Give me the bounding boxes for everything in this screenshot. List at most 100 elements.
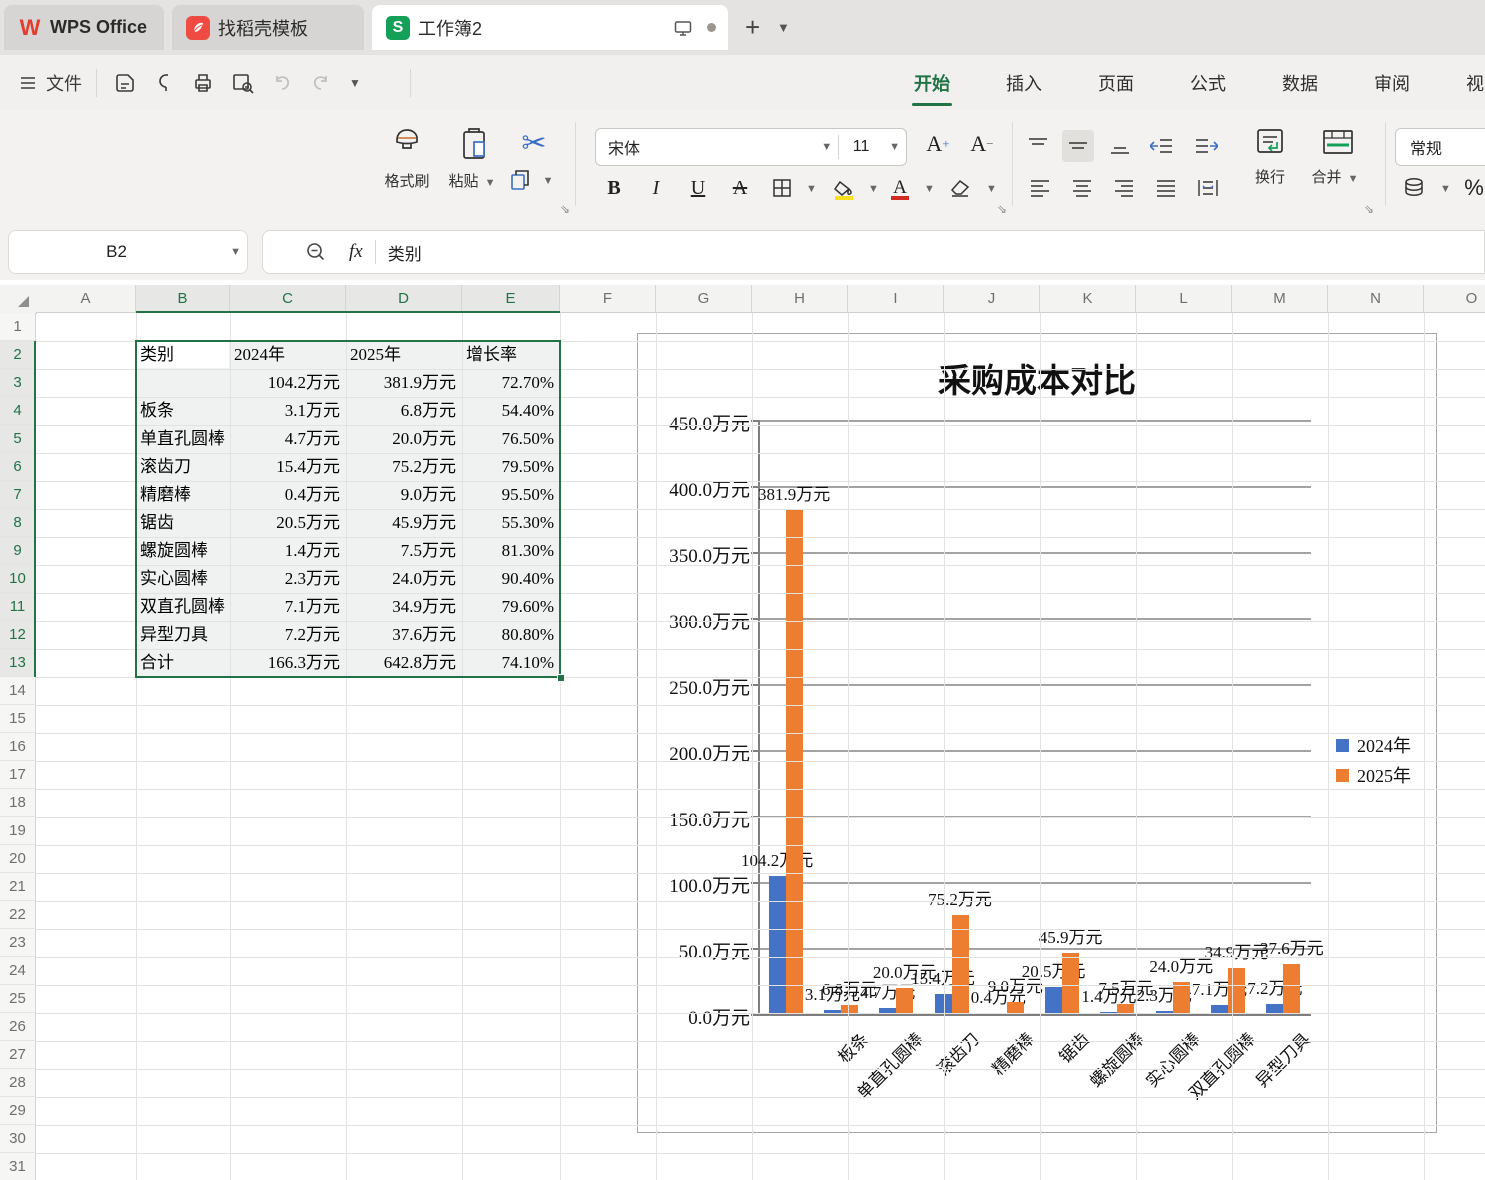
number-format-combo[interactable]: 常规 [1395, 128, 1485, 166]
tab-workbook2[interactable]: S 工作簿2 [372, 5, 728, 50]
table-cell[interactable]: 45.9万元 [346, 509, 462, 537]
column-header-L[interactable]: L [1136, 285, 1232, 313]
fill-color-chevron-icon[interactable]: ▼ [868, 183, 879, 195]
paste-button[interactable]: 粘贴▼ [447, 126, 503, 191]
ribbon-tab-视图[interactable]: 视图 [1464, 70, 1485, 96]
currency-chevron-icon[interactable]: ▼ [1440, 183, 1451, 195]
clipboard-dialog-launcher[interactable]: ⇘ [560, 202, 570, 216]
row-header-13[interactable]: 13 [0, 649, 36, 677]
table-cell[interactable]: 2024年 [230, 341, 346, 369]
table-cell[interactable]: 合计 [136, 649, 230, 677]
row-header-10[interactable]: 10 [0, 565, 36, 593]
table-cell[interactable]: 90.40% [462, 565, 560, 593]
monitor-icon[interactable] [673, 18, 693, 38]
row-header-26[interactable]: 26 [0, 1013, 36, 1041]
row-header-23[interactable]: 23 [0, 929, 36, 957]
column-header-C[interactable]: C [230, 285, 346, 313]
table-cell[interactable]: 3.1万元 [230, 397, 346, 425]
ribbon-tab-数据[interactable]: 数据 [1280, 70, 1320, 96]
formula-search-icon[interactable] [305, 241, 327, 263]
column-header-N[interactable]: N [1328, 285, 1424, 313]
table-cell[interactable]: 0.4万元 [230, 481, 346, 509]
formula-input[interactable]: fx 类别 [262, 230, 1485, 274]
copy-button[interactable]: ▼ [508, 168, 560, 192]
print-preview-button[interactable] [230, 68, 256, 98]
row-header-4[interactable]: 4 [0, 397, 36, 425]
bold-button[interactable]: B [598, 172, 630, 204]
bar-2025年-异型刀具[interactable] [1283, 964, 1300, 1014]
ribbon-tab-开始[interactable]: 开始 [912, 70, 952, 96]
align-bottom-button[interactable] [1104, 130, 1136, 162]
font-dialog-launcher[interactable]: ⇘ [997, 202, 1007, 216]
row-header-25[interactable]: 25 [0, 985, 36, 1013]
font-size-chevron-icon[interactable]: ▼ [889, 141, 900, 153]
tab-list-chevron-icon[interactable]: ▼ [777, 20, 790, 35]
column-header-G[interactable]: G [656, 285, 752, 313]
fill-handle[interactable] [557, 674, 565, 682]
font-color-button[interactable]: A [884, 172, 916, 204]
row-header-11[interactable]: 11 [0, 593, 36, 621]
row-header-31[interactable]: 31 [0, 1153, 36, 1180]
percent-button[interactable]: % [1458, 172, 1485, 204]
new-tab-button[interactable]: + [745, 14, 760, 40]
column-header-B[interactable]: B [136, 285, 230, 313]
table-cell[interactable]: 螺旋圆棒 [136, 537, 230, 565]
row-header-30[interactable]: 30 [0, 1125, 36, 1153]
table-cell[interactable]: 54.40% [462, 397, 560, 425]
font-name-chevron-icon[interactable]: ▼ [821, 141, 832, 153]
table-cell[interactable]: 55.30% [462, 509, 560, 537]
font-color-chevron-icon[interactable]: ▼ [924, 183, 935, 195]
name-box-chevron-icon[interactable]: ▼ [230, 246, 241, 258]
increase-font-button[interactable]: A+ [922, 128, 954, 160]
table-cell[interactable]: 双直孔圆棒 [136, 593, 230, 621]
table-cell[interactable]: 滚齿刀 [136, 453, 230, 481]
row-header-28[interactable]: 28 [0, 1069, 36, 1097]
qat-more-chevron-icon[interactable]: ▼ [349, 68, 361, 98]
table-cell[interactable]: 7.1万元 [230, 593, 346, 621]
column-header-F[interactable]: F [560, 285, 656, 313]
tab-docer-templates[interactable]: 找稻壳模板 [172, 5, 364, 50]
table-cell[interactable]: 642.8万元 [346, 649, 462, 677]
table-cell[interactable]: 72.70% [462, 369, 560, 397]
tab-wps-office[interactable]: W WPS Office [4, 5, 164, 50]
row-header-15[interactable]: 15 [0, 705, 36, 733]
underline-button[interactable]: U [682, 172, 714, 204]
row-header-2[interactable]: 2 [0, 341, 36, 369]
chart-title[interactable]: 采购成本对比 [638, 354, 1436, 402]
table-cell[interactable]: 2.3万元 [230, 565, 346, 593]
row-header-21[interactable]: 21 [0, 873, 36, 901]
fx-icon[interactable]: fx [349, 241, 363, 263]
column-header-J[interactable]: J [944, 285, 1040, 313]
table-cell[interactable]: 37.6万元 [346, 621, 462, 649]
increase-indent-button[interactable] [1190, 130, 1222, 162]
table-cell[interactable]: 实心圆棒 [136, 565, 230, 593]
file-menu-button[interactable]: 文件 [18, 68, 82, 98]
row-header-3[interactable]: 3 [0, 369, 36, 397]
table-cell[interactable]: 381.9万元 [346, 369, 462, 397]
undo-button[interactable] [271, 68, 293, 98]
table-cell[interactable]: 单直孔圆棒 [136, 425, 230, 453]
table-cell[interactable]: 9.0万元 [346, 481, 462, 509]
row-header-18[interactable]: 18 [0, 789, 36, 817]
row-header-1[interactable]: 1 [0, 313, 36, 341]
table-cell[interactable]: 80.80% [462, 621, 560, 649]
ribbon-tab-页面[interactable]: 页面 [1096, 70, 1136, 96]
table-cell[interactable]: 104.2万元 [230, 369, 346, 397]
table-cell[interactable]: 74.10% [462, 649, 560, 677]
row-header-9[interactable]: 9 [0, 537, 36, 565]
row-header-8[interactable]: 8 [0, 509, 36, 537]
wrap-text-button[interactable]: 换行 [1242, 126, 1298, 187]
row-header-12[interactable]: 12 [0, 621, 36, 649]
redo-button[interactable] [310, 68, 332, 98]
row-header-14[interactable]: 14 [0, 677, 36, 705]
eraser-chevron-icon[interactable]: ▼ [986, 183, 997, 195]
table-cell[interactable]: 精磨棒 [136, 481, 230, 509]
table-cell[interactable]: 166.3万元 [230, 649, 346, 677]
table-cell[interactable]: 34.9万元 [346, 593, 462, 621]
column-header-E[interactable]: E [462, 285, 560, 313]
borders-chevron-icon[interactable]: ▼ [806, 183, 817, 195]
row-header-17[interactable]: 17 [0, 761, 36, 789]
legend-item-2025年[interactable]: 2025年 [1336, 762, 1411, 788]
bar-2025年-单直孔圆棒[interactable] [896, 988, 913, 1014]
column-header-O[interactable]: O [1424, 285, 1485, 313]
